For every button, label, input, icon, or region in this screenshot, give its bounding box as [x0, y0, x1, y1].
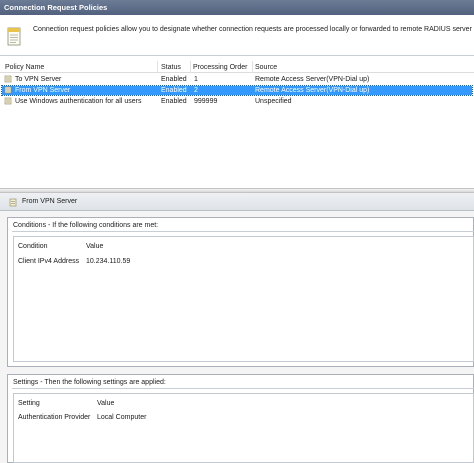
policy-order: 1 — [194, 76, 198, 83]
policy-name: To VPN Server — [15, 76, 62, 83]
table-row[interactable]: Use Windows authentication for all users… — [2, 97, 472, 106]
column-separator[interactable] — [157, 61, 158, 73]
column-separator[interactable] — [252, 61, 253, 73]
conditions-column-condition: Condition — [18, 243, 48, 250]
policy-status: Enabled — [161, 87, 187, 94]
policy-scroll-icon — [4, 86, 12, 94]
policy-scroll-icon — [4, 75, 12, 83]
divider — [12, 388, 474, 389]
window-title: Connection Request Policies — [0, 0, 474, 15]
conditions-column-value: Value — [86, 243, 104, 250]
setting-key[interactable]: Authentication Provider — [18, 414, 90, 421]
policy-source: Unspecified — [255, 98, 292, 105]
settings-column-setting: Setting — [18, 400, 40, 407]
document-icon — [7, 27, 21, 46]
conditions-table — [13, 236, 474, 362]
policy-source: Remote Access Server(VPN-Dial up) — [255, 76, 370, 83]
settings-label: Settings - Then the following settings a… — [13, 379, 166, 386]
column-separator[interactable] — [190, 61, 191, 73]
divider — [12, 231, 474, 232]
policy-status: Enabled — [161, 76, 187, 83]
policy-name: From VPN Server — [15, 87, 71, 94]
condition-key[interactable]: Client IPv4 Address — [18, 258, 79, 265]
column-header-processing-order[interactable]: Processing Order — [193, 64, 247, 71]
policy-order: 2 — [194, 87, 198, 94]
policy-name: Use Windows authentication for all users — [15, 98, 142, 105]
policy-source: Remote Access Server(VPN-Dial up) — [255, 87, 370, 94]
conditions-label: Conditions - If the following conditions… — [13, 222, 159, 229]
settings-column-value: Value — [97, 400, 115, 407]
table-row[interactable]: To VPN Server Enabled 1 Remote Access Se… — [2, 75, 472, 84]
settings-table — [13, 393, 474, 463]
policy-order: 999999 — [194, 98, 218, 105]
column-header-status[interactable]: Status — [161, 64, 181, 71]
policy-scroll-icon — [9, 198, 17, 207]
condition-value[interactable]: 10.234.110.59 — [86, 258, 130, 265]
description-text: Connection request policies allow you to… — [33, 26, 472, 33]
setting-value[interactable]: Local Computer — [97, 414, 146, 421]
column-header-policy-name[interactable]: Policy Name — [5, 64, 44, 71]
column-header-source[interactable]: Source — [255, 64, 277, 71]
description-panel — [0, 15, 474, 56]
policy-scroll-icon — [4, 97, 12, 105]
policy-status: Enabled — [161, 98, 187, 105]
table-row-selected[interactable]: From VPN Server Enabled 2 Remote Access … — [1, 85, 473, 96]
detail-title: From VPN Server — [22, 198, 78, 205]
